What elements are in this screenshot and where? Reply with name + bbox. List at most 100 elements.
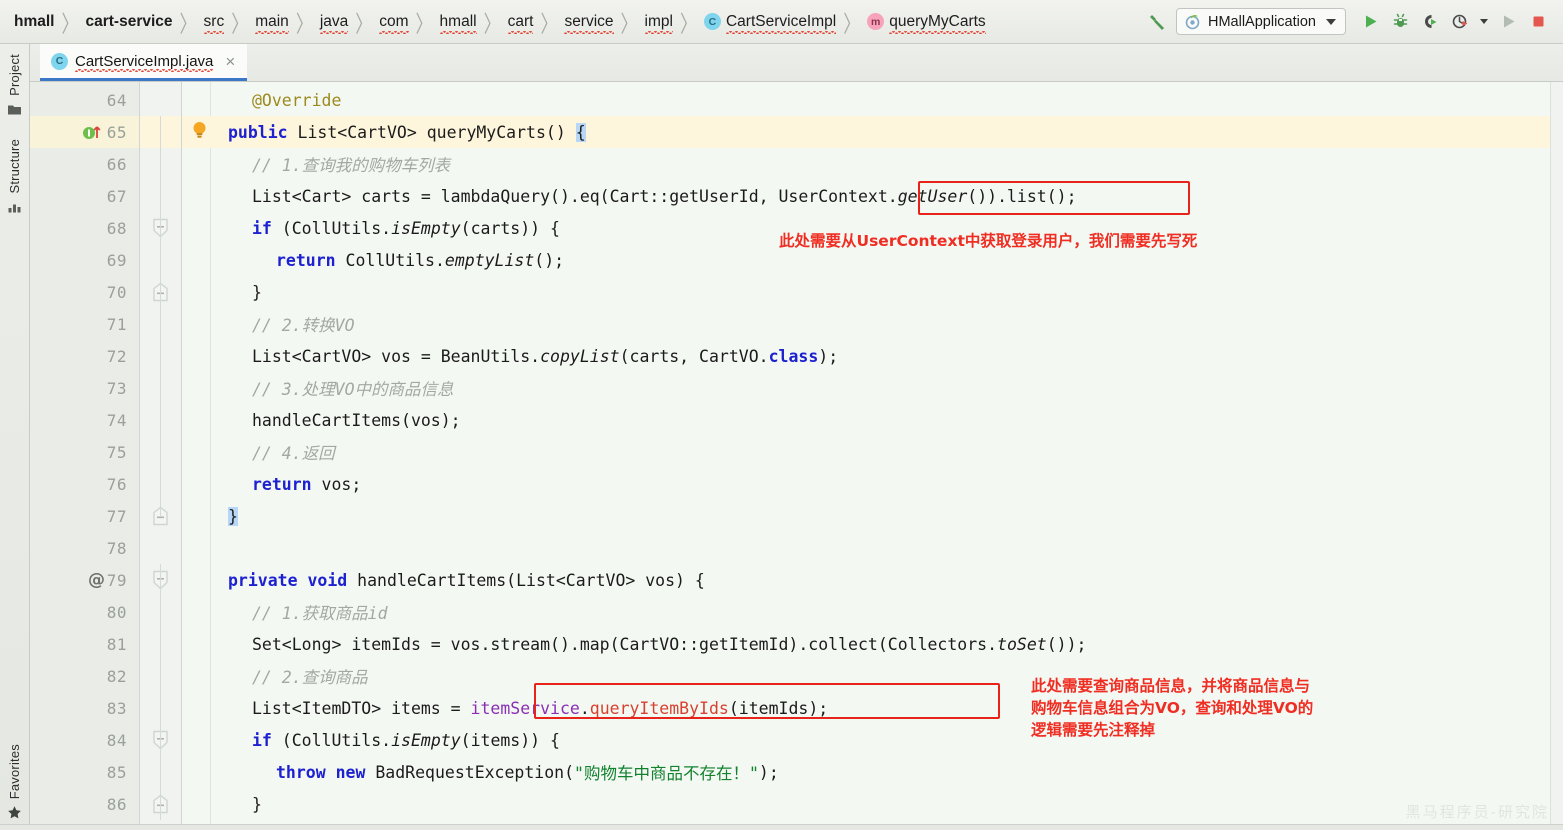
chevron-down-icon[interactable] xyxy=(1326,19,1336,25)
java-class-icon: C xyxy=(51,53,68,70)
code-line-64[interactable]: @Override xyxy=(182,84,1563,116)
code-token: (itemIds); xyxy=(729,699,828,718)
code-line-70[interactable]: } xyxy=(182,276,1563,308)
line-number-68[interactable]: 68 xyxy=(30,212,139,244)
rail-bottom-group: Favorites xyxy=(0,740,29,824)
editor-vertical-scrollbar[interactable] xyxy=(1550,82,1563,830)
code-folding-column[interactable] xyxy=(140,82,182,830)
rail-button-project[interactable]: Project xyxy=(7,50,22,121)
line-number-67[interactable]: 67 xyxy=(30,180,139,212)
breadcrumb-item-cart[interactable]: cart xyxy=(508,13,534,31)
stop-icon[interactable] xyxy=(1523,7,1553,37)
line-number-82[interactable]: 82 xyxy=(30,660,139,692)
breadcrumb-separator: 〉 xyxy=(416,5,433,39)
code-token: handleCartItems(vos); xyxy=(252,411,461,430)
line-number-70[interactable]: 70 xyxy=(30,276,139,308)
line-number-label: 70 xyxy=(97,283,127,302)
method-icon: m xyxy=(867,13,884,30)
breadcrumb-label: java xyxy=(320,13,348,31)
line-number-74[interactable]: 74 xyxy=(30,404,139,436)
code-token: // 1.获取商品id xyxy=(252,600,388,624)
line-number-85[interactable]: 85 xyxy=(30,756,139,788)
code-line-77[interactable]: } xyxy=(182,500,1563,532)
line-number-76[interactable]: 76 xyxy=(30,468,139,500)
code-line-75[interactable]: // 4.返回 xyxy=(182,436,1563,468)
run-configuration-label: HMallApplication xyxy=(1208,14,1316,30)
breadcrumb-item-service[interactable]: service xyxy=(564,13,613,31)
breadcrumb-item-cart-service[interactable]: cart-service xyxy=(85,13,172,31)
breadcrumb-item-hmall[interactable]: hmall xyxy=(440,13,477,31)
rerun-icon[interactable] xyxy=(1493,7,1523,37)
line-number-73[interactable]: 73 xyxy=(30,372,139,404)
code-line-86[interactable]: } xyxy=(182,788,1563,820)
breadcrumb-item-querymycarts[interactable]: mqueryMyCarts xyxy=(867,13,985,31)
line-number-86[interactable]: 86 xyxy=(30,788,139,820)
code-line-73[interactable]: // 3.处理VO中的商品信息 xyxy=(182,372,1563,404)
rail-button-structure[interactable]: Structure xyxy=(7,135,22,219)
code-line-78[interactable] xyxy=(182,532,1563,564)
code-line-71[interactable]: // 2.转换VO xyxy=(182,308,1563,340)
line-number-66[interactable]: 66 xyxy=(30,148,139,180)
code-line-72[interactable]: List<CartVO> vos = BeanUtils.copyList(ca… xyxy=(182,340,1563,372)
code-line-74[interactable]: handleCartItems(vos); xyxy=(182,404,1563,436)
breadcrumb-item-cartserviceimpl[interactable]: CCartServiceImpl xyxy=(704,13,836,31)
code-line-80[interactable]: // 1.获取商品id xyxy=(182,596,1563,628)
line-number-label: 81 xyxy=(97,635,127,654)
line-number-78[interactable]: 78 xyxy=(30,532,139,564)
code-line-65[interactable]: public List<CartVO> queryMyCarts() { xyxy=(182,116,1563,148)
code-line-82[interactable]: // 2.查询商品 xyxy=(182,660,1563,692)
line-number-71[interactable]: 71 xyxy=(30,308,139,340)
rail-button-favorites[interactable]: Favorites xyxy=(7,740,22,824)
close-icon[interactable]: × xyxy=(223,53,237,70)
breadcrumb-label: service xyxy=(564,13,613,31)
line-number-72[interactable]: 72 xyxy=(30,340,139,372)
code-editor-surface[interactable]: 6465666768697071727374757677787980818283… xyxy=(30,82,1563,830)
override-method-icon[interactable] xyxy=(82,123,106,141)
debug-icon[interactable] xyxy=(1385,7,1415,37)
run-with-coverage-icon[interactable] xyxy=(1415,7,1445,37)
line-number-84[interactable]: 84 xyxy=(30,724,139,756)
breadcrumb-item-src[interactable]: src xyxy=(204,13,225,31)
code-token: // 3.处理VO中的商品信息 xyxy=(252,376,454,400)
code-line-66[interactable]: // 1.查询我的购物车列表 xyxy=(182,148,1563,180)
code-line-67[interactable]: List<Cart> carts = lambdaQuery().eq(Cart… xyxy=(182,180,1563,212)
breadcrumb-item-hmall[interactable]: hmall xyxy=(14,13,54,31)
usage-at-icon[interactable]: @ xyxy=(88,570,105,590)
line-number-81[interactable]: 81 xyxy=(30,628,139,660)
line-number-label: 74 xyxy=(97,411,127,430)
code-line-81[interactable]: Set<Long> itemIds = vos.stream().map(Car… xyxy=(182,628,1563,660)
breadcrumb-item-impl[interactable]: impl xyxy=(645,13,673,31)
breadcrumb[interactable]: hmall〉cart-service〉src〉main〉java〉com〉hma… xyxy=(14,9,1142,34)
breadcrumb-item-main[interactable]: main xyxy=(255,13,289,31)
run-icon[interactable] xyxy=(1355,7,1385,37)
line-number-80[interactable]: 80 xyxy=(30,596,139,628)
code-token: ); xyxy=(818,347,838,366)
line-number-83[interactable]: 83 xyxy=(30,692,139,724)
line-number-77[interactable]: 77 xyxy=(30,500,139,532)
code-token: } xyxy=(228,507,238,526)
code-line-79[interactable]: private void handleCartItems(List<CartVO… xyxy=(182,564,1563,596)
editor-gutter[interactable]: 6465666768697071727374757677787980818283… xyxy=(30,82,140,830)
code-line-84[interactable]: if (CollUtils.isEmpty(items)) { xyxy=(182,724,1563,756)
line-number-64[interactable]: 64 xyxy=(30,84,139,116)
line-number-69[interactable]: 69 xyxy=(30,244,139,276)
breadcrumb-label: hmall xyxy=(14,13,54,31)
code-line-85[interactable]: throw new BadRequestException("购物车中商品不存在… xyxy=(182,756,1563,788)
editor-tab-cartserviceimpl[interactable]: C CartServiceImpl.java × xyxy=(40,44,247,81)
code-line-83[interactable]: List<ItemDTO> items = itemService.queryI… xyxy=(182,692,1563,724)
profiler-icon[interactable] xyxy=(1445,7,1475,37)
line-number-label: 68 xyxy=(97,219,127,238)
breadcrumb-label: cart xyxy=(508,13,534,31)
breadcrumb-item-java[interactable]: java xyxy=(320,13,348,31)
profiler-dropdown-caret[interactable] xyxy=(1475,7,1493,37)
code-line-76[interactable]: return vos; xyxy=(182,468,1563,500)
code-token: isEmpty xyxy=(391,219,461,238)
run-configuration-selector[interactable]: HMallApplication xyxy=(1176,8,1346,35)
line-number-75[interactable]: 75 xyxy=(30,436,139,468)
code-token: ()).list(); xyxy=(967,187,1076,206)
line-number-79[interactable]: 79 xyxy=(30,564,139,596)
line-number-label: 78 xyxy=(97,539,127,558)
code-text-area[interactable]: @Overridepublic List<CartVO> queryMyCart… xyxy=(182,82,1563,830)
build-hammer-icon[interactable] xyxy=(1142,7,1172,37)
breadcrumb-item-com[interactable]: com xyxy=(379,13,408,31)
